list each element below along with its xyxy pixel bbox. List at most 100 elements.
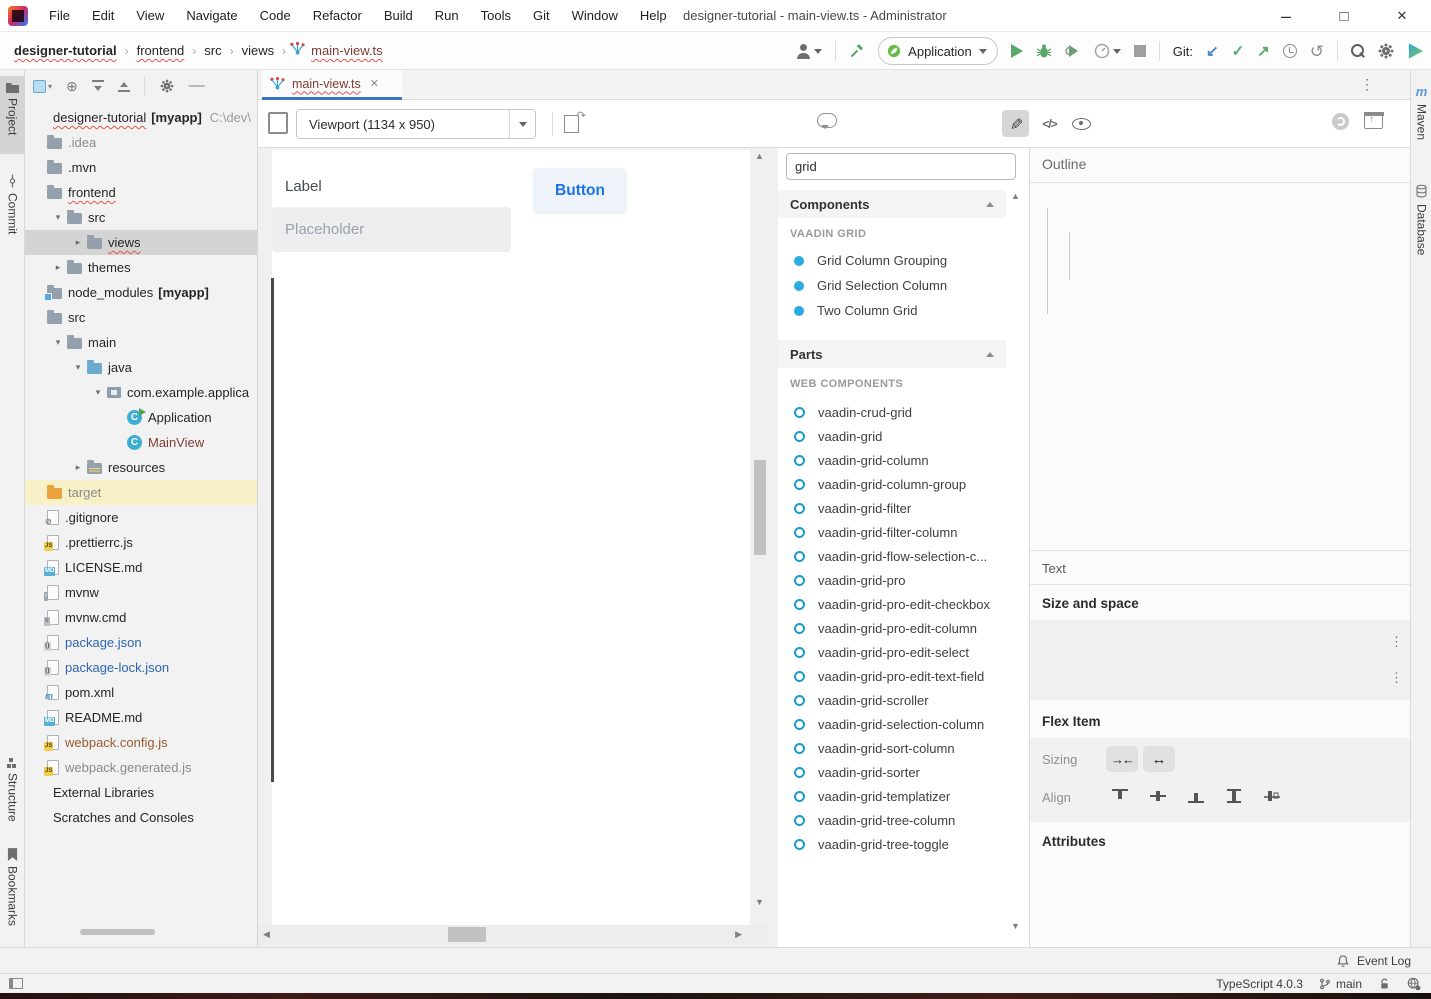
tree-row[interactable]: {}package.json — [25, 630, 257, 655]
palette-part-item[interactable]: vaadin-grid-filter — [778, 496, 1006, 520]
menu-item-code[interactable]: Code — [251, 4, 300, 27]
editor-options-kebab-icon[interactable] — [1360, 76, 1374, 93]
event-log-button[interactable]: Event Log — [1336, 954, 1411, 968]
menu-item-navigate[interactable]: Navigate — [177, 4, 246, 27]
menu-item-build[interactable]: Build — [375, 4, 422, 27]
hide-panel-icon[interactable]: — — [189, 78, 205, 94]
rotate-viewport-icon[interactable] — [564, 113, 584, 133]
search-everywhere-icon[interactable] — [1351, 44, 1365, 58]
tree-row-root[interactable]: designer-tutorial[myapp]C:\dev\ — [25, 105, 257, 130]
field-options-kebab-icon[interactable] — [1390, 670, 1403, 686]
highlighting-level-icon[interactable] — [1407, 977, 1421, 991]
history-icon[interactable] — [1283, 44, 1297, 58]
user-account-button[interactable] — [796, 44, 822, 59]
maximize-button[interactable] — [1315, 0, 1373, 32]
scroll-down-icon[interactable]: ▼ — [1011, 922, 1020, 931]
tree-row[interactable]: ›mvnw — [25, 580, 257, 605]
scrollbar-thumb[interactable] — [448, 927, 486, 942]
tree-row[interactable]: ▾com.example.applica — [25, 380, 257, 405]
flex-grow-button[interactable] — [1143, 746, 1175, 772]
rollback-button[interactable]: ↺ — [1310, 43, 1324, 60]
tree-row[interactable]: JSwebpack.generated.js — [25, 755, 257, 780]
align-top-icon[interactable] — [1110, 788, 1130, 804]
tree-row[interactable]: CMainView — [25, 430, 257, 455]
scroll-up-icon[interactable]: ▲ — [755, 152, 764, 161]
palette-part-item[interactable]: vaadin-grid-pro — [778, 568, 1006, 592]
menu-item-help[interactable]: Help — [631, 4, 676, 27]
palette-part-item[interactable]: vaadin-grid-sorter — [778, 760, 1006, 784]
tree-chevron-icon[interactable]: ▾ — [69, 362, 87, 373]
close-button[interactable] — [1373, 0, 1431, 32]
preview-mode-button[interactable] — [1068, 110, 1095, 137]
breadcrumb-item[interactable]: designer-tutorial — [10, 41, 121, 60]
tree-row[interactable]: .mvn — [25, 155, 257, 180]
tree-row[interactable]: ▾java — [25, 355, 257, 380]
align-stretch-icon[interactable] — [1224, 788, 1244, 804]
menu-item-edit[interactable]: Edit — [83, 4, 123, 27]
tree-chevron-icon[interactable]: ▾ — [49, 212, 67, 223]
menu-item-tools[interactable]: Tools — [472, 4, 520, 27]
menu-item-git[interactable]: Git — [524, 4, 559, 27]
collapse-all-icon[interactable] — [118, 80, 130, 92]
unlocked-padlock-icon[interactable] — [1378, 977, 1391, 991]
flex-section-header[interactable]: Flex Item — [1030, 704, 1410, 738]
stop-button[interactable] — [1134, 45, 1146, 57]
palette-part-item[interactable]: vaadin-grid-tree-column — [778, 808, 1006, 832]
tree-chevron-icon[interactable]: ▾ — [49, 337, 67, 348]
tree-row[interactable]: ▸views — [25, 230, 257, 255]
project-view-select[interactable]: ▾ — [33, 80, 52, 93]
tool-window-toggle-icon[interactable] — [9, 978, 23, 989]
project-hscrollbar[interactable] — [80, 929, 155, 935]
tree-chevron-icon[interactable]: ▸ — [69, 462, 87, 473]
sidebar-tab-structure[interactable]: Structure — [0, 750, 25, 836]
tree-row[interactable]: node_modules[myapp] — [25, 280, 257, 305]
size-section-header[interactable]: Size and space — [1030, 586, 1410, 620]
menu-item-view[interactable]: View — [127, 4, 173, 27]
scroll-right-icon[interactable]: ▶ — [735, 930, 742, 939]
tree-row[interactable]: target — [25, 480, 257, 505]
tree-row[interactable]: {}package-lock.json — [25, 655, 257, 680]
palette-part-item[interactable]: vaadin-grid-pro-edit-select — [778, 640, 1006, 664]
tree-row[interactable]: ▾main — [25, 330, 257, 355]
viewport-dropdown-button[interactable] — [509, 110, 535, 138]
tree-row[interactable]: ≡mvnw.cmd — [25, 605, 257, 630]
canvas-hscrollbar[interactable]: ◀ ▶ — [258, 925, 768, 945]
tree-row[interactable]: MDREADME.md — [25, 705, 257, 730]
comment-bubble-icon[interactable] — [817, 113, 837, 128]
panel-settings-gear-icon[interactable] — [160, 79, 174, 93]
canvas-vscrollbar[interactable]: ▲ ▼ — [752, 148, 768, 925]
sidebar-tab-database[interactable]: Database — [1411, 178, 1431, 288]
viewport-select[interactable]: Viewport (1134 x 950) — [296, 109, 536, 139]
palette-part-item[interactable]: vaadin-grid-selection-column — [778, 712, 1006, 736]
palette-part-item[interactable]: vaadin-grid — [778, 424, 1006, 448]
artboard-icon[interactable] — [268, 112, 288, 134]
breadcrumb-item[interactable]: src — [200, 41, 225, 60]
run-configuration-select[interactable]: Application — [878, 37, 998, 65]
run-button[interactable] — [1011, 44, 1023, 58]
palette-part-item[interactable]: vaadin-grid-tree-toggle — [778, 832, 1006, 856]
palette-part-item[interactable]: vaadin-grid-column — [778, 448, 1006, 472]
palette-part-item[interactable]: vaadin-grid-filter-column — [778, 520, 1006, 544]
tree-row[interactable]: ⊘.gitignore — [25, 505, 257, 530]
editor-tab-main-view[interactable]: main-view.ts ✕ — [262, 70, 402, 100]
tree-row[interactable]: CApplication — [25, 405, 257, 430]
field-options-kebab-icon[interactable] — [1390, 634, 1403, 650]
menu-item-refactor[interactable]: Refactor — [304, 4, 371, 27]
menu-item-file[interactable]: File — [40, 4, 79, 27]
palette-part-item[interactable]: vaadin-grid-pro-edit-column — [778, 616, 1006, 640]
canvas-text-field-input[interactable]: Placeholder — [272, 207, 511, 252]
sidebar-tab-commit[interactable]: Commit — [0, 168, 25, 250]
palette-part-item[interactable]: vaadin-grid-pro-edit-text-field — [778, 664, 1006, 688]
breadcrumb-item[interactable]: frontend — [133, 41, 189, 60]
edit-mode-button[interactable] — [1002, 110, 1029, 137]
tree-row[interactable]: frontend — [25, 180, 257, 205]
text-section-row[interactable]: Text — [1030, 552, 1410, 584]
tree-row[interactable]: .idea — [25, 130, 257, 155]
parts-section-header[interactable]: Parts — [778, 340, 1006, 368]
tree-row[interactable]: JS.prettierrc.js — [25, 530, 257, 555]
tab-close-icon[interactable]: ✕ — [370, 77, 379, 90]
tree-chevron-icon[interactable]: ▸ — [49, 262, 67, 273]
palette-component-item[interactable]: Two Column Grid — [778, 298, 1006, 323]
align-center-icon[interactable] — [1148, 788, 1168, 804]
align-bottom-icon[interactable] — [1186, 788, 1206, 804]
